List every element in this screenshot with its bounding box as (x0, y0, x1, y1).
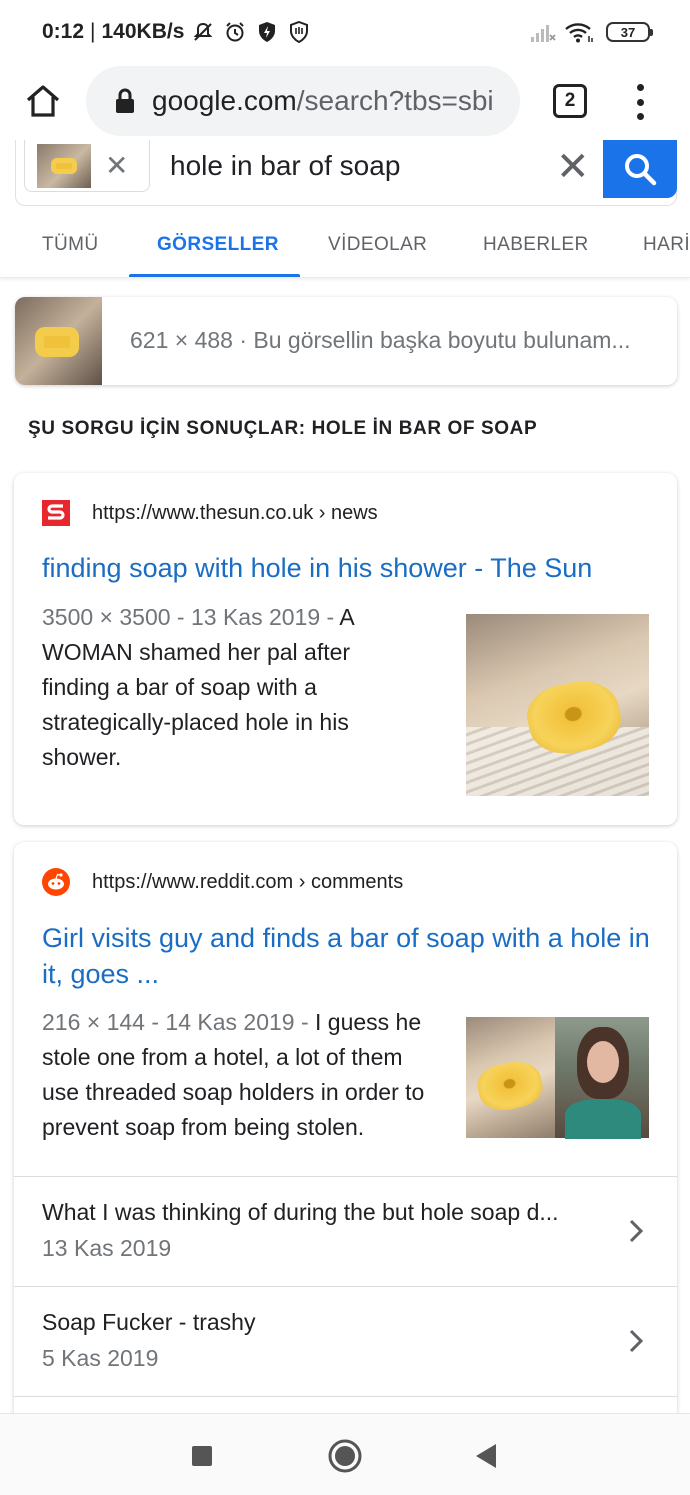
tab-images[interactable]: GÖRSELLER (157, 234, 279, 256)
reddit-favicon-icon (42, 868, 70, 896)
address-bar[interactable]: google.com/search?tbs=sbi (86, 66, 520, 136)
result-snippet: 216 × 144 - 14 Kas 2019 - I guess he sto… (42, 1005, 442, 1145)
status-bar: 0:12 | 140KB/s 37 (0, 0, 690, 64)
menu-dot-icon (636, 84, 644, 91)
url-text: google.com/search?tbs=sbi (152, 85, 494, 117)
sub-result-date: 5 Kas 2019 (42, 1345, 159, 1371)
recent-apps-button[interactable] (184, 1438, 220, 1474)
soap-bar-graphic (474, 1056, 547, 1116)
result-meta: 3500 × 3500 - 13 Kas 2019 - (42, 604, 340, 630)
home-nav-button[interactable] (327, 1438, 363, 1474)
status-time: 0:12 (42, 20, 85, 43)
active-tab-indicator (129, 274, 300, 277)
image-info-card[interactable]: 621 × 488 · Bu görsellin başka boyutu bu… (15, 297, 677, 385)
battery-icon: 37 (606, 22, 653, 42)
search-button[interactable] (603, 140, 677, 198)
face-graphic (587, 1041, 619, 1083)
result-url: https://www.thesun.co.uk › news (92, 501, 378, 524)
search-row: ✕ hole in bar of soap ✕ (0, 140, 690, 212)
alarm-icon (222, 19, 248, 45)
sub-result-title: Soap Fucker - trashy (42, 1309, 256, 1335)
selfie-photo (555, 1017, 649, 1139)
home-button[interactable] (20, 78, 66, 124)
shield-icon (254, 19, 280, 45)
result-meta: 216 × 144 - 14 Kas 2019 - (42, 1009, 316, 1035)
status-right: 37 (524, 18, 653, 46)
search-tabs: TÜMÜ GÖRSELLER VİDEOLAR HABERLER HARİ (0, 212, 690, 278)
chevron-right-icon (624, 1215, 648, 1247)
menu-dot-icon (636, 98, 644, 106)
status-left: 0:12 | 140KB/s (42, 18, 312, 46)
sub-result-title: What I was thinking of during the but ho… (42, 1199, 559, 1225)
tab-videos[interactable]: VİDEOLAR (328, 234, 427, 256)
result-title-link[interactable]: finding soap with hole in his shower - T… (42, 550, 652, 586)
result-card: https://www.thesun.co.uk › news finding … (14, 473, 677, 825)
result-thumbnail-image[interactable] (466, 1017, 649, 1139)
url-path: /search?tbs=sbi (296, 85, 494, 116)
browser-toolbar: google.com/search?tbs=sbi 2 (0, 64, 690, 148)
sub-result-row[interactable]: Soap Fucker - trashy 5 Kas 2019 (14, 1286, 677, 1396)
back-button[interactable] (468, 1438, 504, 1474)
overflow-menu-button[interactable] (626, 80, 654, 124)
circle-icon (328, 1439, 362, 1473)
hand-icon (286, 19, 312, 45)
battery-level: 37 (620, 24, 636, 40)
system-navigation-bar (0, 1413, 690, 1495)
wifi-icon (562, 19, 596, 45)
mute-icon (190, 19, 216, 45)
query-image-preview (15, 297, 102, 385)
tab-all[interactable]: TÜMÜ (42, 234, 98, 256)
tab-maps[interactable]: HARİ (643, 234, 690, 256)
shirt-graphic (565, 1099, 641, 1139)
status-speed: 140KB/s (101, 20, 185, 43)
result-card: https://www.reddit.com › comments Girl v… (14, 842, 677, 1422)
tab-switcher-button[interactable]: 2 (553, 84, 587, 118)
search-input[interactable]: hole in bar of soap (170, 150, 400, 182)
menu-dot-icon (636, 113, 644, 120)
back-triangle-icon (476, 1444, 496, 1468)
status-separator: | (90, 20, 96, 43)
result-snippet: 3500 × 3500 - 13 Kas 2019 - A WOMAN sham… (42, 600, 382, 775)
sub-result-row[interactable]: What I was thinking of during the but ho… (14, 1176, 677, 1286)
sub-result-date: 13 Kas 2019 (42, 1235, 172, 1261)
soap-photo (466, 1017, 555, 1138)
result-url: https://www.reddit.com › comments (92, 870, 404, 893)
tab-news[interactable]: HABERLER (483, 234, 589, 256)
search-image-chip[interactable]: ✕ (24, 140, 150, 192)
search-icon (625, 154, 657, 186)
result-source[interactable]: https://www.thesun.co.uk › news (42, 499, 378, 527)
clear-search-icon[interactable]: ✕ (556, 144, 590, 190)
result-title-link[interactable]: Girl visits guy and finds a bar of soap … (42, 920, 652, 992)
url-host: google.com (152, 85, 297, 116)
square-icon (192, 1446, 212, 1466)
lock-icon (116, 88, 134, 113)
result-thumbnail-image[interactable] (466, 614, 649, 796)
result-source[interactable]: https://www.reddit.com › comments (42, 868, 403, 896)
results-heading: ŞU SORGU İÇİN SONUÇLAR: HOLE İN BAR OF S… (28, 418, 538, 439)
search-box: ✕ hole in bar of soap ✕ (15, 140, 677, 206)
remove-image-icon[interactable]: ✕ (105, 149, 128, 182)
tab-count: 2 (564, 90, 576, 111)
query-image-thumbnail (37, 143, 91, 188)
image-size-info: 621 × 488 · Bu görsellin başka boyutu bu… (130, 327, 631, 353)
the-sun-favicon-icon (42, 499, 70, 527)
chevron-right-icon (624, 1325, 648, 1357)
home-icon (26, 85, 60, 117)
signal-icon (530, 19, 556, 45)
